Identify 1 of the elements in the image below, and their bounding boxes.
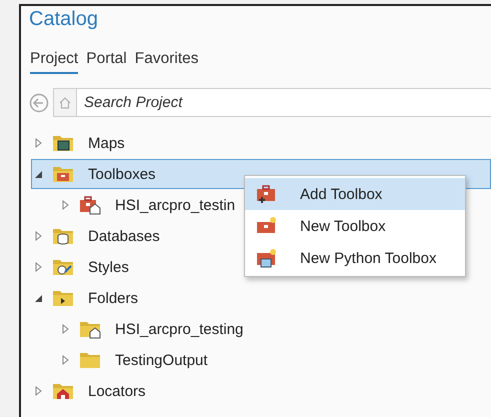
pane-title: Catalog [28,7,99,32]
